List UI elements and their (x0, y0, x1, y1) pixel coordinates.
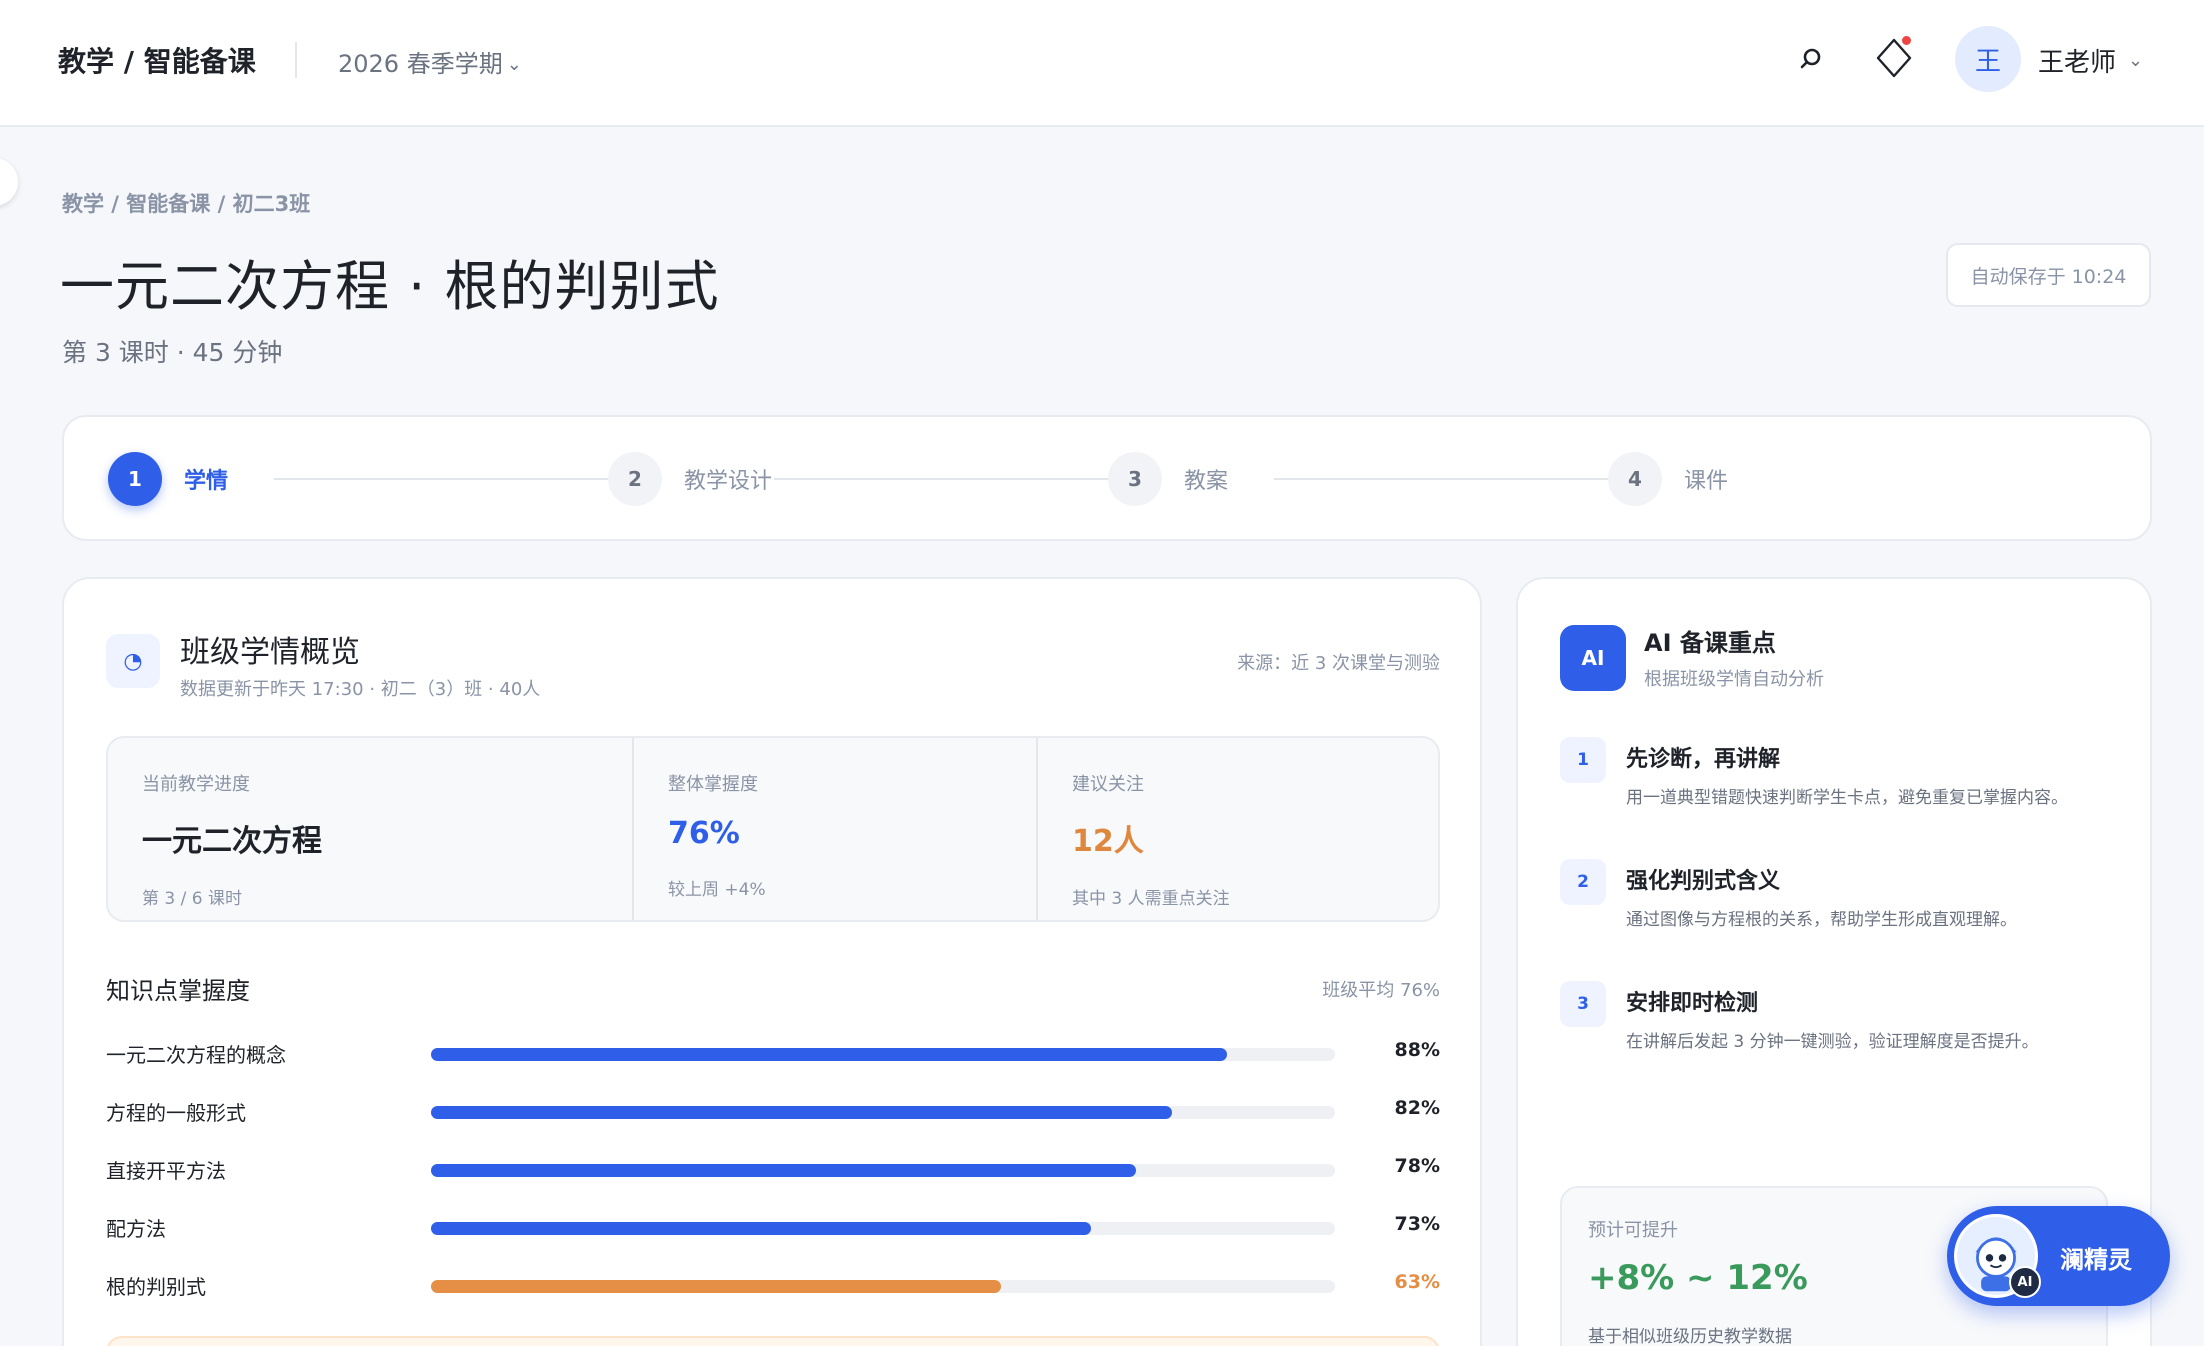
stat-note: 第 3 / 6 课时 (142, 889, 242, 909)
step-2-design[interactable]: 2 教学设计 (608, 452, 772, 506)
top-bar: 教学 / 智能备课 2026 春季学期 ⌄ 王 王老师 ⌄ (0, 0, 2204, 127)
step-connector (1274, 478, 1634, 480)
gain-note: 基于相似班级历史教学数据 (1588, 1327, 1792, 1346)
assistant-button[interactable]: AI 澜精灵 (1947, 1206, 2170, 1306)
ai-panel-subtitle: 根据班级学情自动分析 (1644, 669, 1824, 690)
mastery-percent: 73% (1394, 1213, 1440, 1235)
mastery-percent: 88% (1394, 1039, 1440, 1061)
knowledge-point-name: 一元二次方程的概念 (106, 1043, 286, 1067)
user-name[interactable]: 王老师 (2038, 42, 2116, 79)
stat-progress: 当前教学进度 一元二次方程 第 3 / 6 课时 (108, 738, 632, 920)
stat-label: 当前教学进度 (142, 774, 250, 795)
search-icon[interactable] (1792, 40, 1830, 78)
mastery-bar-track (431, 1106, 1335, 1119)
overview-title: 班级学情概览 (180, 635, 360, 670)
stepper: 1 学情 2 教学设计 3 教案 4 课件 (62, 415, 2152, 541)
stat-label: 整体掌握度 (668, 774, 758, 795)
stat-note: 其中 3 人需重点关注 (1072, 889, 1230, 909)
tip-title: 安排即时检测 (1626, 991, 1759, 1016)
overview-source: 来源：近 3 次课堂与测验 (1237, 653, 1440, 674)
stat-label: 建议关注 (1072, 774, 1144, 795)
topbar-divider (295, 42, 297, 78)
tip-title: 强化判别式含义 (1626, 869, 1781, 894)
mastery-percent: 63% (1394, 1271, 1440, 1293)
mastery-bar-fill (431, 1222, 1091, 1235)
app-title: 教学 / 智能备课 (58, 45, 256, 78)
pie-chart-icon: ◔ (106, 634, 160, 688)
mastery-bar-fill (431, 1164, 1137, 1177)
ai-badge-icon: AI (1560, 625, 1626, 691)
step-label: 课件 (1684, 469, 1729, 494)
tip-number: 1 (1560, 737, 1606, 783)
tip-number: 2 (1560, 859, 1606, 905)
stat-value: 76% (668, 816, 740, 851)
warning-banner (106, 1336, 1440, 1346)
gain-label: 预计可提升 (1588, 1220, 1678, 1241)
chevron-down-icon[interactable]: ⌄ (2128, 50, 2143, 71)
ai-badge-icon: AI (2009, 1266, 2041, 1298)
tip-number: 3 (1560, 981, 1606, 1027)
stat-value: 12人 (1072, 824, 1144, 859)
notification-dot (1902, 36, 1911, 45)
page-subtitle: 第 3 课时 · 45 分钟 (62, 338, 283, 367)
mastery-row: 根的判别式 63% (106, 1271, 1440, 1329)
stat-attention: 建议关注 12人 其中 3 人需重点关注 (1036, 738, 1438, 920)
stat-mastery: 整体掌握度 76% 较上周 +4% (632, 738, 1036, 920)
mastery-row: 直接开平方法 78% (106, 1155, 1440, 1213)
mastery-list: 一元二次方程的概念 88% 方程的一般形式 82% 直接开平方法 78% 配方法… (106, 1039, 1440, 1329)
tip-title: 先诊断，再讲解 (1626, 747, 1781, 772)
step-label: 学情 (184, 469, 229, 494)
avatar[interactable]: 王 (1955, 26, 2021, 92)
mastery-bar-fill (431, 1280, 1001, 1293)
step-label: 教学设计 (684, 469, 773, 494)
step-number: 2 (608, 452, 662, 506)
mastery-row: 一元二次方程的概念 88% (106, 1039, 1440, 1097)
stat-note: 较上周 +4% (668, 880, 766, 900)
tip-description: 通过图像与方程根的关系，帮助学生形成直观理解。 (1626, 910, 2017, 930)
mastery-section-title: 知识点掌握度 (106, 977, 250, 1005)
term-selector[interactable]: 2026 春季学期 ⌄ (338, 44, 522, 79)
mastery-row: 方程的一般形式 82% (106, 1097, 1440, 1155)
gain-value: +8% ~ 12% (1588, 1258, 1808, 1298)
mastery-bar-fill (431, 1048, 1227, 1061)
knowledge-point-name: 直接开平方法 (106, 1159, 226, 1183)
mastery-row: 配方法 73% (106, 1213, 1440, 1271)
step-connector (774, 478, 1134, 480)
ai-panel-title: AI 备课重点 (1644, 629, 1776, 657)
overview-subtitle: 数据更新于昨天 17:30 · 初二（3）班 · 40人 (180, 679, 541, 700)
knowledge-point-name: 根的判别式 (106, 1275, 206, 1299)
knowledge-point-name: 配方法 (106, 1217, 166, 1241)
breadcrumb: 教学 / 智能备课 / 初二3班 (62, 192, 311, 216)
autosave-status: 自动保存于 10:24 (1946, 243, 2151, 307)
knowledge-point-name: 方程的一般形式 (106, 1101, 246, 1125)
tip-description: 用一道典型错题快速判断学生卡点，避免重复已掌握内容。 (1626, 788, 2068, 808)
mastery-average: 班级平均 76% (1322, 980, 1440, 1001)
mastery-bar-track (431, 1164, 1335, 1177)
mastery-bar-fill (431, 1106, 1173, 1119)
assistant-name: 澜精灵 (2060, 1246, 2132, 1274)
stat-value: 一元二次方程 (142, 824, 322, 859)
page-title: 一元二次方程 · 根的判别式 (60, 255, 720, 318)
step-1-learning[interactable]: 1 学情 (108, 452, 228, 506)
step-4-slides[interactable]: 4 课件 (1608, 452, 1728, 506)
step-number: 1 (108, 452, 162, 506)
step-3-lesson-plan[interactable]: 3 教案 (1108, 452, 1228, 506)
mastery-percent: 82% (1394, 1097, 1440, 1119)
mastery-percent: 78% (1394, 1155, 1440, 1177)
chevron-down-icon: ⌄ (506, 54, 522, 75)
stats-panel: 当前教学进度 一元二次方程 第 3 / 6 课时 整体掌握度 76% 较上周 +… (106, 736, 1440, 922)
class-overview-card: ◔ 班级学情概览 数据更新于昨天 17:30 · 初二（3）班 · 40人 来源… (62, 577, 1482, 1346)
mastery-bar-track (431, 1222, 1335, 1235)
tip-description: 在讲解后发起 3 分钟一键测验，验证理解度是否提升。 (1626, 1032, 2039, 1052)
mastery-bar-track (431, 1048, 1335, 1061)
step-label: 教案 (1184, 469, 1229, 494)
term-label: 2026 春季学期 (338, 50, 503, 78)
mastery-bar-track (431, 1280, 1335, 1293)
step-number: 3 (1108, 452, 1162, 506)
sidebar-toggle-handle[interactable] (0, 158, 18, 206)
step-number: 4 (1608, 452, 1662, 506)
step-connector (274, 478, 634, 480)
